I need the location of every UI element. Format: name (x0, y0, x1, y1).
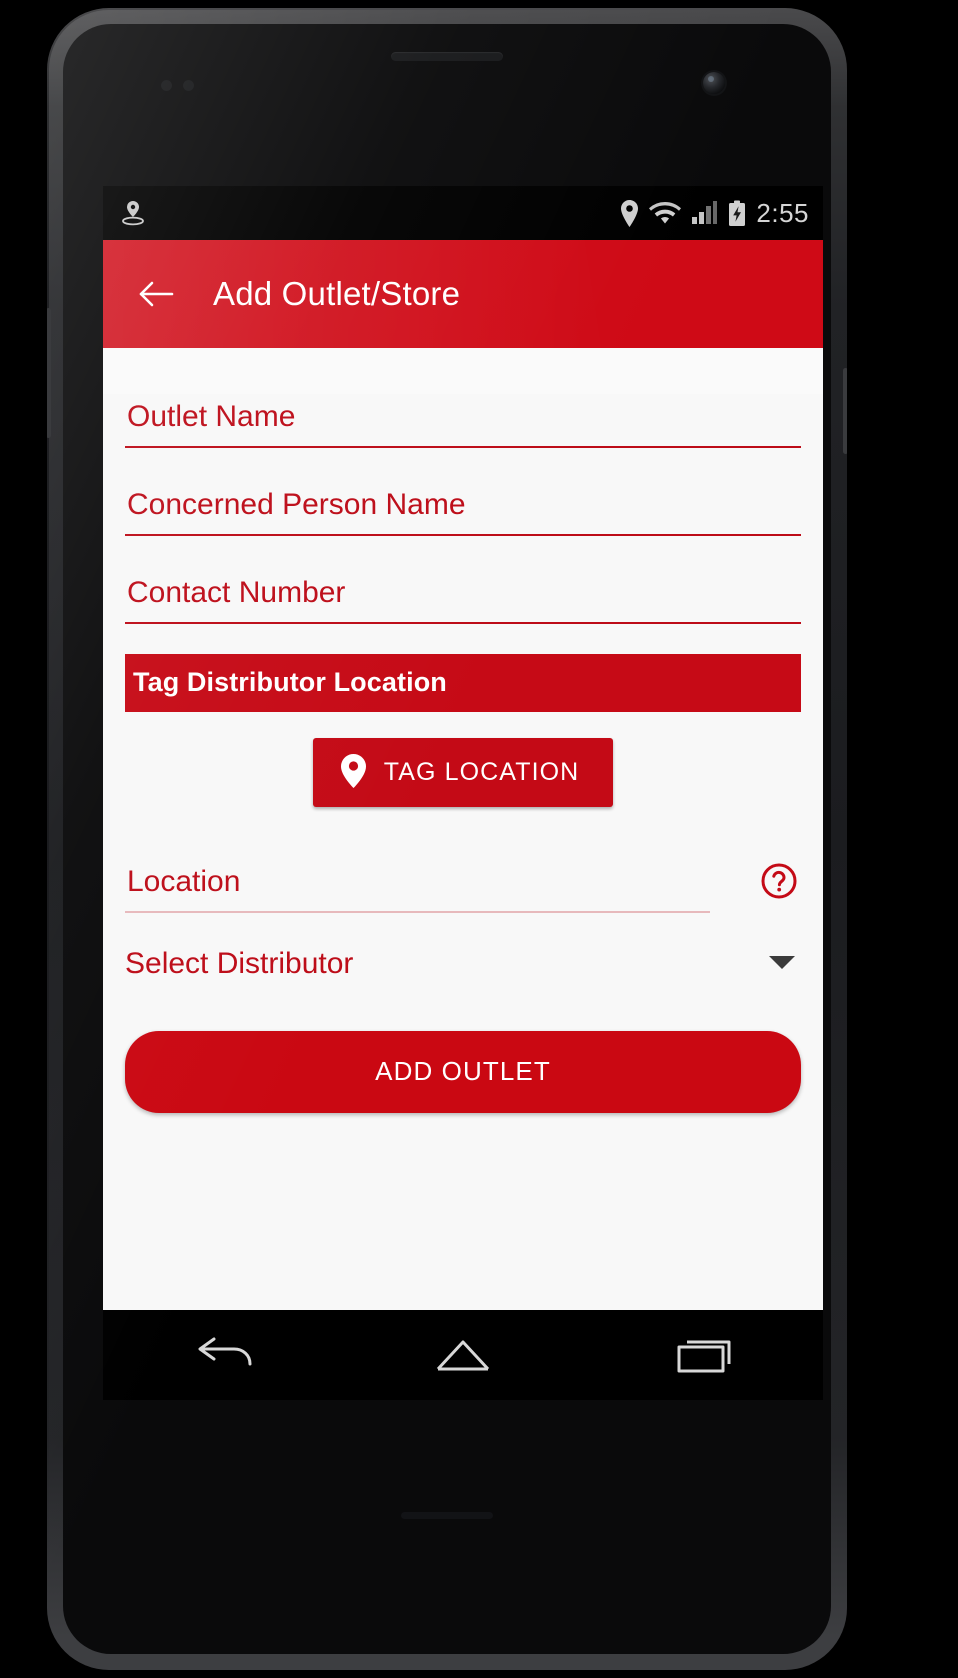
signal-icon (691, 201, 718, 225)
battery-charging-icon (728, 200, 746, 227)
home-nav-icon (436, 1340, 490, 1371)
location-input[interactable] (125, 859, 710, 905)
contact-number-input[interactable] (125, 570, 801, 616)
back-button[interactable] (129, 267, 183, 321)
location-field[interactable] (125, 859, 710, 913)
earpiece-speaker (391, 52, 503, 61)
nav-recents-button[interactable] (643, 1324, 763, 1386)
status-bar: 2:55 (103, 186, 823, 240)
tag-location-row: TAG LOCATION (125, 738, 801, 807)
tag-location-button[interactable]: TAG LOCATION (312, 738, 614, 807)
system-navigation-bar (103, 1310, 823, 1400)
wifi-icon (649, 201, 682, 225)
status-bar-right: 2:55 (620, 198, 809, 229)
help-circle-icon[interactable] (757, 859, 801, 903)
page-title: Add Outlet/Store (213, 275, 461, 312)
status-bar-clock: 2:55 (756, 197, 809, 228)
nav-back-button[interactable] (163, 1324, 283, 1386)
tag-distributor-section-header: Tag Distributor Location (125, 654, 801, 712)
power-button[interactable] (843, 368, 847, 454)
location-icon (620, 199, 639, 227)
volume-button[interactable] (47, 308, 51, 438)
add-outlet-button[interactable]: ADD OUTLET (125, 1031, 801, 1113)
app-bar: Add Outlet/Store (103, 240, 823, 348)
form-content: Tag Distributor Location TAG LOCATION (103, 394, 823, 1310)
distributor-selected-value: Select Distributor (125, 947, 354, 980)
tag-location-label: TAG LOCATION (383, 758, 580, 786)
proximity-sensor (161, 80, 172, 91)
location-row (125, 859, 801, 913)
phone-device-frame: 2:55 Add Outlet/Store Outlet Name Concer… (47, 8, 847, 1670)
phone-screen: 2:55 Add Outlet/Store Outlet Name Concer… (103, 186, 823, 1310)
bottom-speaker (401, 1512, 493, 1519)
arrow-left-icon (139, 281, 174, 307)
front-camera (703, 72, 725, 94)
map-pin-icon (340, 754, 366, 791)
back-nav-icon (198, 1337, 252, 1366)
nav-home-button[interactable] (403, 1324, 523, 1386)
light-sensor (183, 80, 194, 91)
location-history-icon (121, 200, 145, 226)
phone-top-bezel (63, 24, 831, 186)
status-bar-left (121, 200, 145, 226)
concerned-person-input[interactable] (125, 482, 801, 528)
concerned-person-field[interactable] (125, 482, 801, 536)
chevron-down-icon (769, 954, 795, 975)
outlet-name-field[interactable] (125, 394, 801, 448)
contact-number-field[interactable] (125, 570, 801, 624)
phone-bottom-bezel (63, 1400, 831, 1654)
phone-face: 2:55 Add Outlet/Store Outlet Name Concer… (63, 24, 831, 1654)
outlet-name-input[interactable] (125, 394, 801, 440)
distributor-spinner[interactable]: Select Distributor (125, 947, 801, 989)
recents-nav-icon (677, 1340, 731, 1373)
